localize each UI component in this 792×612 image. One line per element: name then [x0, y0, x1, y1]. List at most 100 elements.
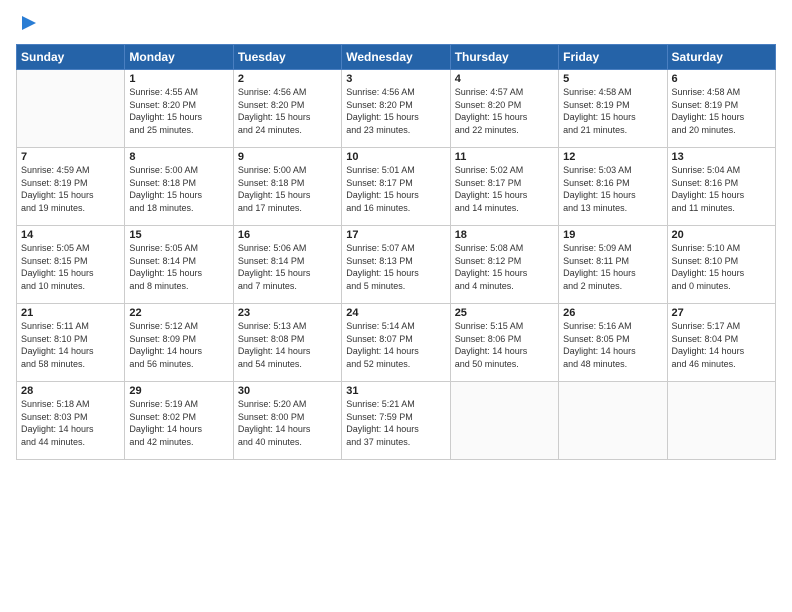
day-info: Sunrise: 5:21 AM Sunset: 7:59 PM Dayligh… — [346, 398, 445, 448]
day-number: 10 — [346, 151, 445, 163]
page: SundayMondayTuesdayWednesdayThursdayFrid… — [0, 0, 792, 612]
day-number: 12 — [563, 151, 662, 163]
calendar-cell: 21Sunrise: 5:11 AM Sunset: 8:10 PM Dayli… — [17, 304, 125, 382]
day-info: Sunrise: 5:06 AM Sunset: 8:14 PM Dayligh… — [238, 242, 337, 292]
header — [16, 12, 776, 36]
calendar-week-1: 7Sunrise: 4:59 AM Sunset: 8:19 PM Daylig… — [17, 148, 776, 226]
day-info: Sunrise: 4:59 AM Sunset: 8:19 PM Dayligh… — [21, 164, 120, 214]
day-number: 9 — [238, 151, 337, 163]
calendar-cell — [17, 70, 125, 148]
day-info: Sunrise: 5:03 AM Sunset: 8:16 PM Dayligh… — [563, 164, 662, 214]
calendar-cell: 9Sunrise: 5:00 AM Sunset: 8:18 PM Daylig… — [233, 148, 341, 226]
day-number: 6 — [672, 73, 771, 85]
day-info: Sunrise: 5:09 AM Sunset: 8:11 PM Dayligh… — [563, 242, 662, 292]
day-number: 16 — [238, 229, 337, 241]
calendar-cell: 11Sunrise: 5:02 AM Sunset: 8:17 PM Dayli… — [450, 148, 558, 226]
day-number: 7 — [21, 151, 120, 163]
day-number: 1 — [129, 73, 228, 85]
day-number: 15 — [129, 229, 228, 241]
day-info: Sunrise: 5:13 AM Sunset: 8:08 PM Dayligh… — [238, 320, 337, 370]
calendar-header-row: SundayMondayTuesdayWednesdayThursdayFrid… — [17, 45, 776, 70]
day-number: 3 — [346, 73, 445, 85]
day-number: 24 — [346, 307, 445, 319]
day-info: Sunrise: 5:16 AM Sunset: 8:05 PM Dayligh… — [563, 320, 662, 370]
logo — [16, 12, 40, 36]
day-number: 17 — [346, 229, 445, 241]
calendar-cell: 15Sunrise: 5:05 AM Sunset: 8:14 PM Dayli… — [125, 226, 233, 304]
calendar-cell: 12Sunrise: 5:03 AM Sunset: 8:16 PM Dayli… — [559, 148, 667, 226]
day-info: Sunrise: 5:05 AM Sunset: 8:14 PM Dayligh… — [129, 242, 228, 292]
day-info: Sunrise: 4:56 AM Sunset: 8:20 PM Dayligh… — [346, 86, 445, 136]
calendar-cell: 2Sunrise: 4:56 AM Sunset: 8:20 PM Daylig… — [233, 70, 341, 148]
calendar-cell: 7Sunrise: 4:59 AM Sunset: 8:19 PM Daylig… — [17, 148, 125, 226]
day-number: 31 — [346, 385, 445, 397]
day-info: Sunrise: 5:00 AM Sunset: 8:18 PM Dayligh… — [129, 164, 228, 214]
calendar-week-3: 21Sunrise: 5:11 AM Sunset: 8:10 PM Dayli… — [17, 304, 776, 382]
day-info: Sunrise: 4:57 AM Sunset: 8:20 PM Dayligh… — [455, 86, 554, 136]
calendar-cell: 16Sunrise: 5:06 AM Sunset: 8:14 PM Dayli… — [233, 226, 341, 304]
day-info: Sunrise: 5:17 AM Sunset: 8:04 PM Dayligh… — [672, 320, 771, 370]
calendar-cell: 27Sunrise: 5:17 AM Sunset: 8:04 PM Dayli… — [667, 304, 775, 382]
calendar-cell: 31Sunrise: 5:21 AM Sunset: 7:59 PM Dayli… — [342, 382, 450, 460]
calendar-cell: 3Sunrise: 4:56 AM Sunset: 8:20 PM Daylig… — [342, 70, 450, 148]
calendar-cell: 4Sunrise: 4:57 AM Sunset: 8:20 PM Daylig… — [450, 70, 558, 148]
day-info: Sunrise: 4:56 AM Sunset: 8:20 PM Dayligh… — [238, 86, 337, 136]
logo-general — [16, 12, 40, 36]
calendar-cell — [667, 382, 775, 460]
calendar-cell: 20Sunrise: 5:10 AM Sunset: 8:10 PM Dayli… — [667, 226, 775, 304]
day-number: 4 — [455, 73, 554, 85]
day-info: Sunrise: 5:20 AM Sunset: 8:00 PM Dayligh… — [238, 398, 337, 448]
day-number: 25 — [455, 307, 554, 319]
day-header-friday: Friday — [559, 45, 667, 70]
calendar-cell: 13Sunrise: 5:04 AM Sunset: 8:16 PM Dayli… — [667, 148, 775, 226]
calendar-cell: 8Sunrise: 5:00 AM Sunset: 8:18 PM Daylig… — [125, 148, 233, 226]
calendar-cell: 6Sunrise: 4:58 AM Sunset: 8:19 PM Daylig… — [667, 70, 775, 148]
calendar-cell: 5Sunrise: 4:58 AM Sunset: 8:19 PM Daylig… — [559, 70, 667, 148]
day-info: Sunrise: 5:02 AM Sunset: 8:17 PM Dayligh… — [455, 164, 554, 214]
day-info: Sunrise: 5:15 AM Sunset: 8:06 PM Dayligh… — [455, 320, 554, 370]
calendar-cell: 22Sunrise: 5:12 AM Sunset: 8:09 PM Dayli… — [125, 304, 233, 382]
day-number: 14 — [21, 229, 120, 241]
calendar-cell: 17Sunrise: 5:07 AM Sunset: 8:13 PM Dayli… — [342, 226, 450, 304]
day-info: Sunrise: 5:11 AM Sunset: 8:10 PM Dayligh… — [21, 320, 120, 370]
day-number: 20 — [672, 229, 771, 241]
calendar-cell: 19Sunrise: 5:09 AM Sunset: 8:11 PM Dayli… — [559, 226, 667, 304]
day-number: 18 — [455, 229, 554, 241]
day-number: 22 — [129, 307, 228, 319]
calendar-cell — [559, 382, 667, 460]
day-info: Sunrise: 5:07 AM Sunset: 8:13 PM Dayligh… — [346, 242, 445, 292]
day-info: Sunrise: 4:55 AM Sunset: 8:20 PM Dayligh… — [129, 86, 228, 136]
calendar-cell: 1Sunrise: 4:55 AM Sunset: 8:20 PM Daylig… — [125, 70, 233, 148]
day-header-tuesday: Tuesday — [233, 45, 341, 70]
day-info: Sunrise: 4:58 AM Sunset: 8:19 PM Dayligh… — [672, 86, 771, 136]
day-number: 8 — [129, 151, 228, 163]
day-number: 11 — [455, 151, 554, 163]
calendar-cell: 24Sunrise: 5:14 AM Sunset: 8:07 PM Dayli… — [342, 304, 450, 382]
day-number: 21 — [21, 307, 120, 319]
calendar-cell: 10Sunrise: 5:01 AM Sunset: 8:17 PM Dayli… — [342, 148, 450, 226]
calendar-week-2: 14Sunrise: 5:05 AM Sunset: 8:15 PM Dayli… — [17, 226, 776, 304]
day-info: Sunrise: 5:01 AM Sunset: 8:17 PM Dayligh… — [346, 164, 445, 214]
day-number: 30 — [238, 385, 337, 397]
calendar-week-0: 1Sunrise: 4:55 AM Sunset: 8:20 PM Daylig… — [17, 70, 776, 148]
day-number: 2 — [238, 73, 337, 85]
calendar-cell: 18Sunrise: 5:08 AM Sunset: 8:12 PM Dayli… — [450, 226, 558, 304]
calendar-cell: 25Sunrise: 5:15 AM Sunset: 8:06 PM Dayli… — [450, 304, 558, 382]
calendar-cell — [450, 382, 558, 460]
day-number: 27 — [672, 307, 771, 319]
day-header-thursday: Thursday — [450, 45, 558, 70]
day-info: Sunrise: 5:04 AM Sunset: 8:16 PM Dayligh… — [672, 164, 771, 214]
calendar-cell: 14Sunrise: 5:05 AM Sunset: 8:15 PM Dayli… — [17, 226, 125, 304]
day-header-wednesday: Wednesday — [342, 45, 450, 70]
day-info: Sunrise: 5:00 AM Sunset: 8:18 PM Dayligh… — [238, 164, 337, 214]
day-info: Sunrise: 5:08 AM Sunset: 8:12 PM Dayligh… — [455, 242, 554, 292]
day-info: Sunrise: 5:05 AM Sunset: 8:15 PM Dayligh… — [21, 242, 120, 292]
day-info: Sunrise: 5:19 AM Sunset: 8:02 PM Dayligh… — [129, 398, 228, 448]
calendar-cell: 29Sunrise: 5:19 AM Sunset: 8:02 PM Dayli… — [125, 382, 233, 460]
day-header-saturday: Saturday — [667, 45, 775, 70]
day-info: Sunrise: 5:18 AM Sunset: 8:03 PM Dayligh… — [21, 398, 120, 448]
day-number: 26 — [563, 307, 662, 319]
calendar-week-4: 28Sunrise: 5:18 AM Sunset: 8:03 PM Dayli… — [17, 382, 776, 460]
calendar-cell: 30Sunrise: 5:20 AM Sunset: 8:00 PM Dayli… — [233, 382, 341, 460]
calendar-cell: 23Sunrise: 5:13 AM Sunset: 8:08 PM Dayli… — [233, 304, 341, 382]
